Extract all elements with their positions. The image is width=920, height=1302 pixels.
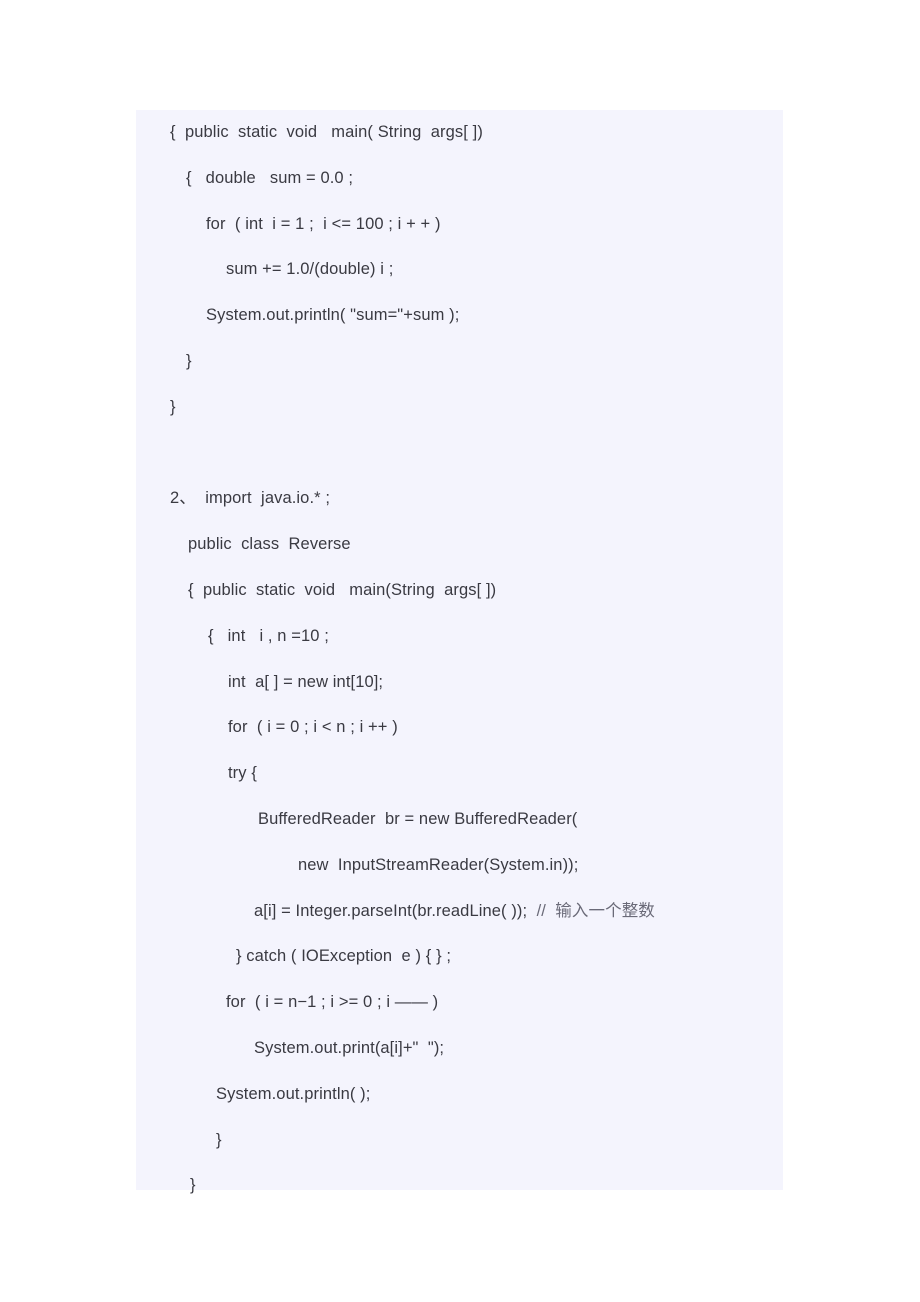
code-line: { double sum = 0.0 ;: [136, 156, 783, 202]
document-page: { public static void main( String args[ …: [0, 0, 920, 1302]
code-line: a[i] = Integer.parseInt(br.readLine( ));…: [136, 889, 783, 935]
code-line: } catch ( IOException e ) { } ;: [136, 934, 783, 980]
code-comment: // 输入一个整数: [536, 901, 655, 920]
code-line: for ( int i = 1 ; i <= 100 ; i + + ): [136, 202, 783, 248]
code-line: }: [136, 1163, 783, 1209]
code-line-text: }: [190, 1176, 196, 1195]
code-line-text: a[i] = Integer.parseInt(br.readLine( ));: [254, 901, 537, 920]
code-line-text: for ( i = n−1 ; i >= 0 ; i —— ): [226, 993, 439, 1012]
code-line-text: System.out.println( "sum="+sum );: [206, 306, 460, 325]
code-line-text: }: [216, 1130, 222, 1149]
code-line-text: System.out.println( );: [216, 1084, 371, 1103]
code-line: { int i , n =10 ;: [136, 614, 783, 660]
code-line: }: [136, 1118, 783, 1164]
code-line: { public static void main(String args[ ]…: [136, 568, 783, 614]
code-line: System.out.println( );: [136, 1072, 783, 1118]
code-line: }: [136, 339, 783, 385]
code-line: System.out.println( "sum="+sum );: [136, 293, 783, 339]
code-line-text: { double sum = 0.0 ;: [186, 168, 354, 187]
code-line: new InputStreamReader(System.in));: [136, 843, 783, 889]
code-line: { public static void main( String args[ …: [136, 110, 783, 156]
code-line-text: int a[ ] = new int[10];: [228, 672, 384, 691]
code-listing-block: { public static void main( String args[ …: [136, 110, 783, 1194]
code-line-text: System.out.print(a[i]+" ");: [254, 1038, 445, 1057]
code-line: System.out.print(a[i]+" ");: [136, 1026, 783, 1072]
code-line-text: sum += 1.0/(double) i ;: [226, 260, 394, 279]
code-line: try {: [136, 751, 783, 797]
code-line-text: }: [186, 351, 192, 370]
code-line: }: [136, 385, 783, 431]
code-line: public class Reverse: [136, 522, 783, 568]
code-line-text: try {: [228, 764, 257, 783]
code-line: sum += 1.0/(double) i ;: [136, 247, 783, 293]
code-line-text: public class Reverse: [188, 535, 351, 554]
code-line-text: BufferedReader br = new BufferedReader(: [258, 809, 578, 828]
code-line-text: }: [170, 397, 176, 416]
code-line-text: { int i , n =10 ;: [208, 626, 329, 645]
code-line: for ( i = 0 ; i < n ; i ++ ): [136, 705, 783, 751]
code-line-text: { public static void main( String args[ …: [170, 123, 483, 141]
code-line-text: for ( int i = 1 ; i <= 100 ; i + + ): [206, 214, 441, 233]
code-line: for ( i = n−1 ; i >= 0 ; i —— ): [136, 980, 783, 1026]
code-line-text: } catch ( IOException e ) { } ;: [236, 947, 452, 966]
code-line: int a[ ] = new int[10];: [136, 660, 783, 706]
code-line-text: 2、 import java.io.* ;: [170, 489, 331, 508]
code-line-text: for ( i = 0 ; i < n ; i ++ ): [228, 718, 398, 737]
code-line-text: { public static void main(String args[ ]…: [188, 580, 497, 599]
code-line: BufferedReader br = new BufferedReader(: [136, 797, 783, 843]
code-line-text: new InputStreamReader(System.in));: [298, 855, 579, 874]
code-line: 2、 import java.io.* ;: [136, 476, 783, 522]
